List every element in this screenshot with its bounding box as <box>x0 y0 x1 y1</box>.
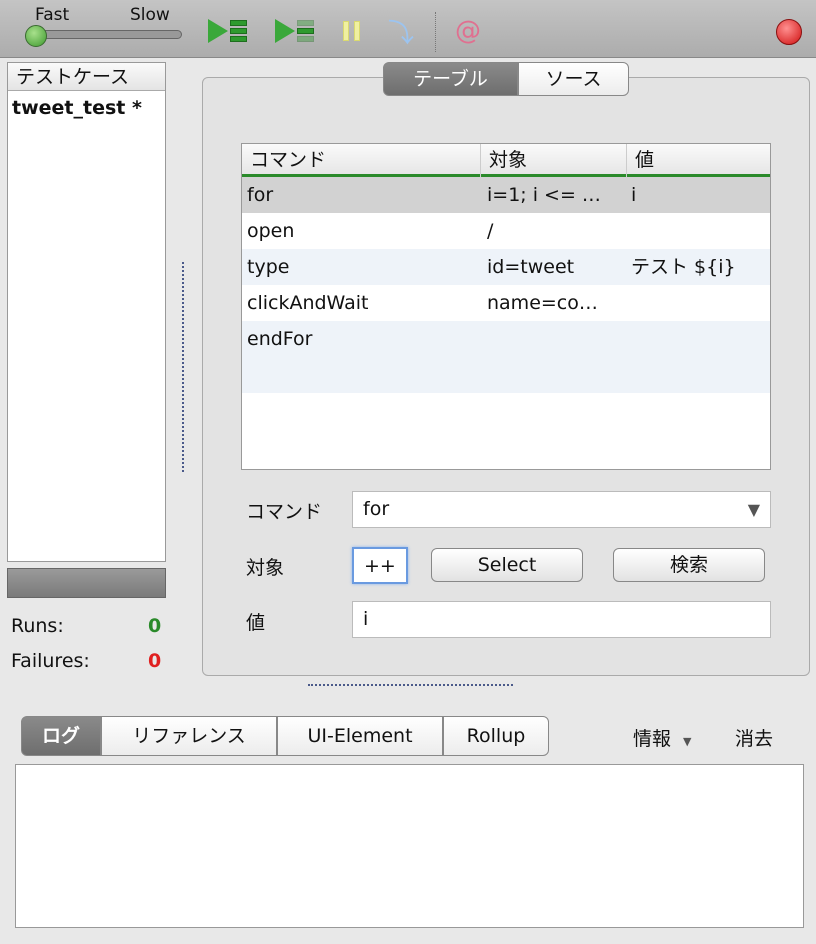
cell-command: open <box>247 220 295 242</box>
table-row[interactable]: open / <box>242 213 770 249</box>
command-label: コマンド <box>246 501 323 523</box>
fast-label: Fast <box>35 5 70 25</box>
play-current-icon[interactable] <box>275 16 314 46</box>
slow-label: Slow <box>130 5 170 25</box>
tab-ui-element[interactable]: UI-Element <box>277 716 443 756</box>
cell-command: for <box>247 184 274 206</box>
select-button[interactable]: Select <box>431 548 583 582</box>
testcase-header: テストケース <box>8 63 165 91</box>
column-target[interactable]: 対象 <box>480 144 527 177</box>
cell-command: clickAndWait <box>247 292 369 314</box>
log-area <box>15 764 804 928</box>
column-value[interactable]: 値 <box>626 144 654 177</box>
tab-source[interactable]: ソース <box>518 62 629 96</box>
runs-label: Runs: <box>11 615 64 637</box>
cell-target: i=1; i <= … <box>487 184 601 206</box>
testcase-list: テストケース tweet_test * <box>7 62 166 562</box>
info-label: 情報 <box>633 728 672 750</box>
cell-value: i <box>631 184 637 206</box>
tab-log[interactable]: ログ <box>21 716 101 756</box>
value-input[interactable]: i <box>352 601 771 638</box>
testcase-item[interactable]: tweet_test * <box>8 91 165 125</box>
info-dropdown[interactable]: 情報 ▼ <box>633 724 691 751</box>
column-command[interactable]: コマンド <box>242 144 326 177</box>
cell-value: テスト ${i} <box>631 256 736 278</box>
table-row[interactable]: endFor <box>242 321 770 357</box>
rollup-icon[interactable]: @ <box>455 16 481 46</box>
record-icon[interactable] <box>776 19 802 45</box>
target-label: 対象 <box>246 557 285 579</box>
progress-bar <box>7 568 166 598</box>
failures-count: 0 <box>148 650 162 672</box>
runs-count: 0 <box>148 615 162 637</box>
horizontal-splitter[interactable] <box>308 684 513 686</box>
table-row-empty[interactable] <box>242 357 770 393</box>
command-value: for <box>363 498 390 520</box>
speed-slider[interactable] <box>30 30 182 39</box>
pause-icon[interactable] <box>343 16 360 46</box>
target-input[interactable]: ++ <box>352 547 408 584</box>
cell-command: endFor <box>247 328 313 350</box>
find-button[interactable]: 検索 <box>613 548 765 582</box>
failures-label: Failures: <box>11 650 90 672</box>
cell-command: type <box>247 256 290 278</box>
command-table: コマンド 対象 値 for i=1; i <= … i open / type id=t… <box>241 143 771 470</box>
vertical-splitter[interactable] <box>182 262 184 472</box>
toolbar: Fast Slow ⤵ @ <box>0 0 816 58</box>
tab-rollup[interactable]: Rollup <box>443 716 549 756</box>
table-row[interactable]: type id=tweet テスト ${i} <box>242 249 770 285</box>
toolbar-divider <box>435 12 436 52</box>
tab-reference[interactable]: リファレンス <box>101 716 277 756</box>
step-icon[interactable]: ⤵ <box>388 16 414 49</box>
chevron-down-icon: ▼ <box>747 500 760 519</box>
clear-button[interactable]: 消去 <box>735 724 773 751</box>
value-label: 値 <box>246 612 266 634</box>
table-row[interactable]: for i=1; i <= … i <box>242 177 770 213</box>
cell-target: / <box>487 220 494 242</box>
command-select[interactable]: for ▼ <box>352 491 771 528</box>
tab-table[interactable]: テーブル <box>383 62 518 96</box>
speed-slider-thumb[interactable] <box>25 25 47 47</box>
cell-target: id=tweet <box>487 256 575 278</box>
chevron-down-icon: ▼ <box>683 735 692 748</box>
table-row[interactable]: clickAndWait name=co… <box>242 285 770 321</box>
table-header: コマンド 対象 値 <box>242 144 770 177</box>
play-all-icon[interactable] <box>208 16 247 46</box>
cell-target: name=co… <box>487 292 598 314</box>
